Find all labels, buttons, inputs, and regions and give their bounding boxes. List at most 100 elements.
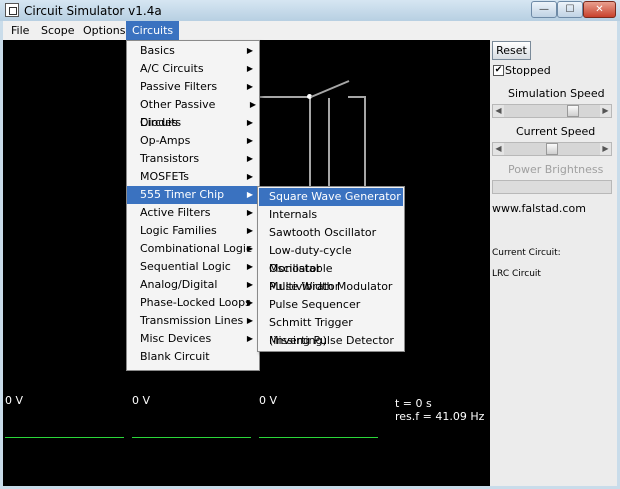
- menu-item-label: MOSFETs: [140, 170, 190, 183]
- menu-scope[interactable]: Scope: [35, 21, 81, 40]
- menu-item-mosfets[interactable]: MOSFETs ▶: [127, 168, 259, 186]
- scope-trace-1: [5, 437, 124, 438]
- menu-item-label: Diodes: [140, 116, 178, 129]
- submenu-item-missing-pulse[interactable]: Missing Pulse Detector: [259, 332, 403, 350]
- menu-item-label: Op-Amps: [140, 134, 191, 147]
- submenu-arrow-icon: ▶: [246, 82, 253, 91]
- submenu-arrow-icon: ▶: [249, 100, 256, 109]
- scope-voltage-2: 0 V: [132, 394, 151, 407]
- menu-item-555-timer[interactable]: 555 Timer Chip ▶: [127, 186, 259, 204]
- menu-item-ac-circuits[interactable]: A/C Circuits ▶: [127, 60, 259, 78]
- title-bar: Circuit Simulator v1.4a — ☐ ✕: [0, 0, 620, 21]
- menu-file[interactable]: File: [5, 21, 35, 40]
- submenu-arrow-icon: ▶: [246, 172, 253, 181]
- reset-button[interactable]: Reset: [492, 41, 531, 60]
- slider-thumb[interactable]: [546, 143, 558, 155]
- close-icon[interactable]: ✕: [583, 1, 616, 18]
- menu-item-label: Passive Filters: [140, 80, 218, 93]
- resonant-frequency: res.f = 41.09 Hz: [395, 410, 485, 423]
- menu-item-label: Logic Families: [140, 224, 217, 237]
- submenu-arrow-icon: ▶: [246, 136, 253, 145]
- submenu-arrow-icon: ▶: [246, 316, 253, 325]
- menu-item-label: Sequential Logic: [140, 260, 231, 273]
- menu-item-active-filters[interactable]: Active Filters ▶: [127, 204, 259, 222]
- timer-submenu: Square Wave Generator Internals Sawtooth…: [257, 186, 405, 352]
- scope-trace-3: [259, 437, 378, 438]
- submenu-item-internals[interactable]: Internals: [259, 206, 403, 224]
- slider-right-icon[interactable]: ▶: [600, 105, 611, 117]
- menu-item-label: Blank Circuit: [140, 350, 210, 363]
- menu-item-combinational-logic[interactable]: Combinational Logic ▶: [127, 240, 259, 258]
- menu-item-label: Phase-Locked Loops: [140, 296, 251, 309]
- menu-item-logic-families[interactable]: Logic Families ▶: [127, 222, 259, 240]
- current-speed-label: Current Speed: [516, 125, 596, 138]
- menu-item-phase-locked-loops[interactable]: Phase-Locked Loops ▶: [127, 294, 259, 312]
- submenu-arrow-icon: ▶: [246, 334, 253, 343]
- window-title: Circuit Simulator v1.4a: [24, 4, 162, 18]
- menu-item-label: Active Filters: [140, 206, 211, 219]
- menu-item-passive-filters[interactable]: Passive Filters ▶: [127, 78, 259, 96]
- slider-left-icon[interactable]: ◀: [493, 105, 504, 117]
- submenu-item-monostable[interactable]: Monostable Multivibrator: [259, 260, 403, 293]
- scope-voltage-1: 0 V: [5, 394, 24, 407]
- menu-item-misc-devices[interactable]: Misc Devices ▶: [127, 330, 259, 348]
- menu-item-other-passive[interactable]: Other Passive Circuits ▶: [127, 96, 259, 129]
- menu-options[interactable]: Options: [77, 21, 131, 40]
- submenu-arrow-icon: ▶: [246, 64, 253, 73]
- stopped-checkbox[interactable]: ✔: [493, 65, 504, 76]
- wire: [260, 96, 310, 98]
- submenu-arrow-icon: ▶: [246, 46, 253, 55]
- current-circuit-label: Current Circuit:: [492, 248, 561, 258]
- menu-item-op-amps[interactable]: Op-Amps ▶: [127, 132, 259, 150]
- menu-item-label: Basics: [140, 44, 175, 57]
- power-brightness-label: Power Brightness: [508, 163, 604, 176]
- submenu-arrow-icon: ▶: [246, 280, 253, 289]
- submenu-item-schmitt[interactable]: Schmitt Trigger (inverting): [259, 314, 403, 347]
- submenu-item-pulse-sequencer[interactable]: Pulse Sequencer: [259, 296, 403, 314]
- time-readout: t = 0 s: [395, 397, 432, 410]
- simulation-speed-label: Simulation Speed: [508, 87, 605, 100]
- menu-item-label: A/C Circuits: [140, 62, 204, 75]
- submenu-arrow-icon: ▶: [246, 190, 253, 199]
- slider-thumb[interactable]: [567, 105, 579, 117]
- menu-item-blank-circuit[interactable]: Blank Circuit: [127, 348, 259, 366]
- app-icon: [5, 3, 19, 17]
- menu-item-label: Transmission Lines: [140, 314, 244, 327]
- submenu-arrow-icon: ▶: [246, 244, 253, 253]
- switch-lever[interactable]: [309, 78, 353, 100]
- menu-item-label: Analog/Digital: [140, 278, 218, 291]
- slider-left-icon[interactable]: ◀: [493, 143, 504, 155]
- menu-item-transistors[interactable]: Transistors ▶: [127, 150, 259, 168]
- menu-item-transmission-lines[interactable]: Transmission Lines ▶: [127, 312, 259, 330]
- scope-voltage-3: 0 V: [259, 394, 278, 407]
- submenu-arrow-icon: ▶: [246, 226, 253, 235]
- scope-trace-2: [132, 437, 251, 438]
- submenu-arrow-icon: ▶: [246, 208, 253, 217]
- submenu-arrow-icon: ▶: [246, 298, 253, 307]
- minimize-icon[interactable]: —: [531, 1, 557, 18]
- submenu-item-pwm[interactable]: Pulse Width Modulator: [259, 278, 403, 296]
- current-speed-slider[interactable]: ◀ ▶: [492, 142, 612, 156]
- control-panel: Reset ✔ Stopped Simulation Speed ◀ ▶ Cur…: [490, 40, 617, 486]
- maximize-icon[interactable]: ☐: [557, 1, 583, 18]
- submenu-arrow-icon: ▶: [246, 262, 253, 271]
- menu-circuits[interactable]: Circuits: [126, 21, 180, 40]
- menu-bar: File Scope Options Circuits: [3, 21, 617, 41]
- menu-item-analog-digital[interactable]: Analog/Digital ▶: [127, 276, 259, 294]
- submenu-item-low-duty[interactable]: Low-duty-cycle Oscillator: [259, 242, 403, 275]
- menu-item-label: Misc Devices: [140, 332, 212, 345]
- simulation-speed-slider[interactable]: ◀ ▶: [492, 104, 612, 118]
- menu-item-sequential-logic[interactable]: Sequential Logic ▶: [127, 258, 259, 276]
- submenu-item-sawtooth[interactable]: Sawtooth Oscillator: [259, 224, 403, 242]
- submenu-arrow-icon: ▶: [246, 154, 253, 163]
- menu-item-label: 555 Timer Chip: [140, 188, 225, 201]
- menu-item-label: Transistors: [140, 152, 200, 165]
- website-link[interactable]: www.falstad.com: [492, 202, 586, 215]
- slider-right-icon[interactable]: ▶: [600, 143, 611, 155]
- stopped-label: Stopped: [505, 64, 551, 77]
- submenu-arrow-icon: ▶: [246, 118, 253, 127]
- current-circuit-name: LRC Circuit: [492, 269, 541, 279]
- submenu-item-square-wave[interactable]: Square Wave Generator: [259, 188, 403, 206]
- menu-item-diodes[interactable]: Diodes ▶: [127, 114, 259, 132]
- menu-item-basics[interactable]: Basics ▶: [127, 42, 259, 60]
